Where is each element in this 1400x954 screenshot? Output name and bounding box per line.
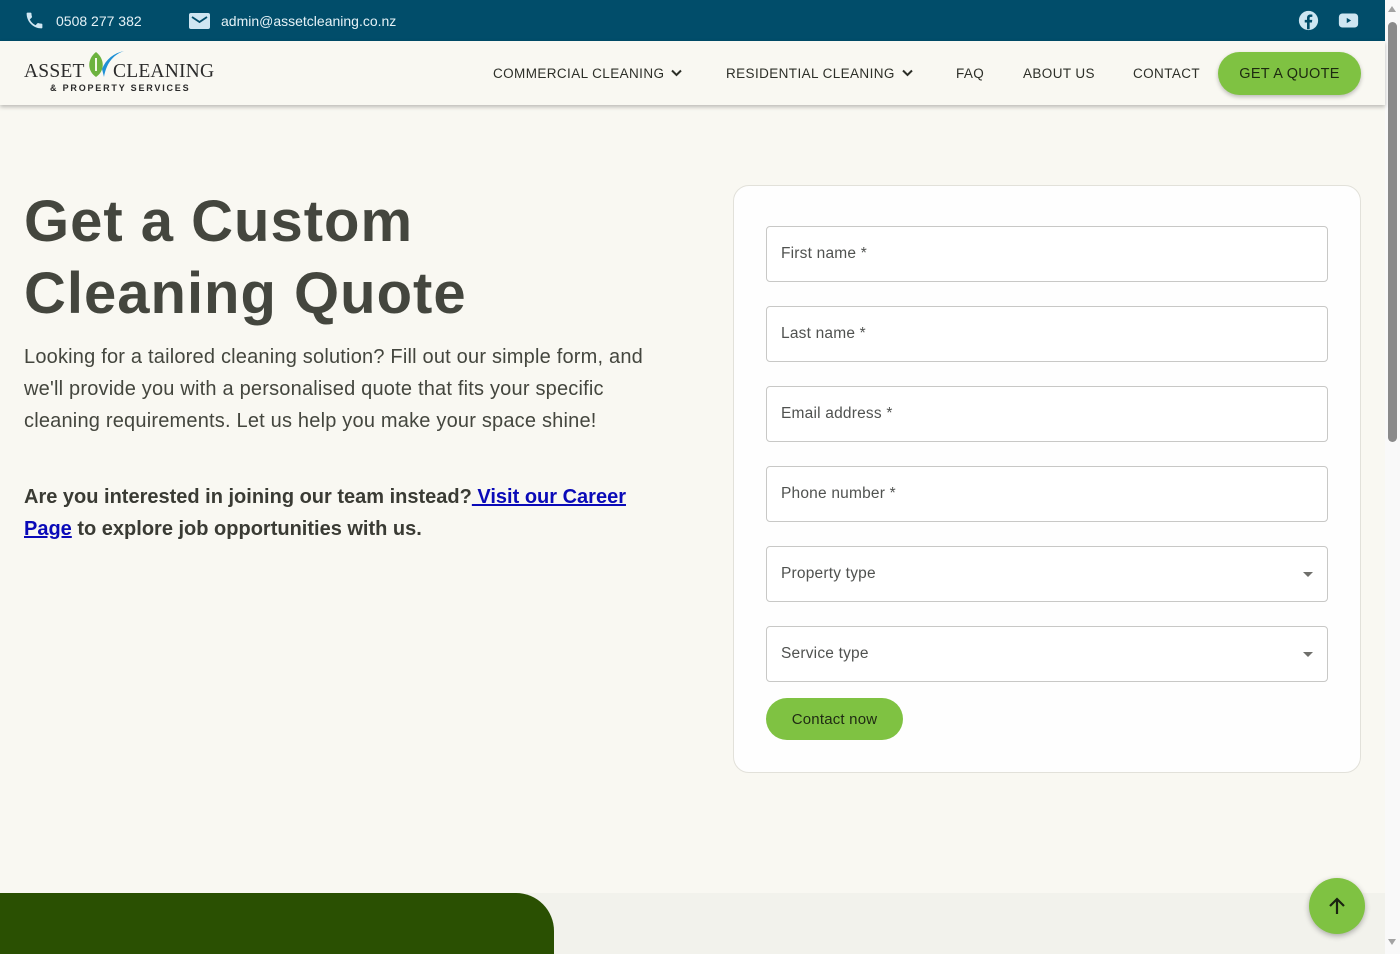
email-address[interactable]: admin@assetcleaning.co.nz [221, 13, 396, 29]
footer-green-panel [0, 893, 554, 954]
nav-label: FAQ [956, 65, 985, 81]
nav-commercial-cleaning[interactable]: COMMERCIAL CLEANING [493, 41, 683, 105]
scrollbar-thumb[interactable] [1388, 22, 1397, 442]
quote-form-card: First name * Last name * Email address *… [733, 185, 1361, 773]
field-label: Phone number * [781, 485, 896, 502]
scroll-down-arrow-icon[interactable] [1388, 939, 1396, 945]
last-name-field[interactable]: Last name * [766, 306, 1328, 362]
dropdown-caret-icon [1303, 572, 1313, 577]
field-label: Email address * [781, 405, 893, 422]
email-field[interactable]: Email address * [766, 386, 1328, 442]
field-label: Service type [781, 645, 869, 662]
logo-word-asset: ASSET [24, 61, 85, 82]
facebook-icon[interactable] [1298, 10, 1319, 31]
email-contact[interactable]: admin@assetcleaning.co.nz [189, 0, 396, 41]
nav-label: CONTACT [1133, 65, 1201, 81]
career-paragraph: Are you interested in joining our team i… [24, 481, 664, 545]
nav-faq[interactable]: FAQ [956, 41, 984, 105]
mail-icon [189, 12, 210, 29]
chevron-down-icon [902, 69, 913, 77]
logo-tagline: & PROPERTY SERVICES [50, 83, 191, 93]
property-type-select[interactable]: Property type [766, 546, 1328, 602]
dropdown-caret-icon [1303, 652, 1313, 657]
vertical-scrollbar[interactable] [1385, 0, 1400, 954]
nav-label: RESIDENTIAL CLEANING [726, 65, 895, 81]
field-label: Property type [781, 565, 876, 582]
phone-field[interactable]: Phone number * [766, 466, 1328, 522]
first-name-field[interactable]: First name * [766, 226, 1328, 282]
nav-residential-cleaning[interactable]: RESIDENTIAL CLEANING [726, 41, 913, 105]
nav-about-us[interactable]: ABOUT US [1023, 41, 1095, 105]
nav-label: ABOUT US [1023, 65, 1095, 81]
career-suffix: to explore job opportunities with us. [71, 518, 422, 540]
phone-contact[interactable]: 0508 277 382 [24, 0, 142, 41]
site-logo[interactable]: ASSET CLEANING & PROPERTY SERVICES [24, 49, 224, 97]
title-line-2: Cleaning Quote [24, 261, 467, 326]
top-bar: 0508 277 382 admin@assetcleaning.co.nz [0, 0, 1385, 41]
phone-icon [26, 12, 43, 29]
intro-paragraph: Looking for a tailored cleaning solution… [24, 346, 643, 432]
nav-label: COMMERCIAL CLEANING [493, 65, 665, 81]
service-type-select[interactable]: Service type [766, 626, 1328, 682]
back-to-top-button[interactable] [1309, 878, 1365, 934]
phone-number[interactable]: 0508 277 382 [56, 13, 142, 29]
chevron-down-icon [671, 69, 683, 77]
contact-now-button[interactable]: Contact now [766, 698, 903, 740]
logo-word-cleaning: CLEANING [113, 61, 215, 82]
main-header: ASSET CLEANING & PROPERTY SERVICES COMME… [0, 41, 1385, 105]
field-label: First name * [781, 245, 867, 262]
scroll-up-arrow-icon[interactable] [1388, 6, 1396, 12]
page-title: Get a Custom Cleaning Quote [24, 186, 467, 330]
arrow-up-icon [1329, 897, 1345, 914]
youtube-icon[interactable] [1338, 10, 1359, 31]
nav-contact[interactable]: CONTACT [1133, 41, 1200, 105]
field-label: Last name * [781, 325, 866, 342]
get-a-quote-button[interactable]: GET A QUOTE [1218, 52, 1361, 95]
career-prefix: Are you interested in joining our team i… [24, 486, 472, 508]
title-line-1: Get a Custom [24, 189, 414, 254]
